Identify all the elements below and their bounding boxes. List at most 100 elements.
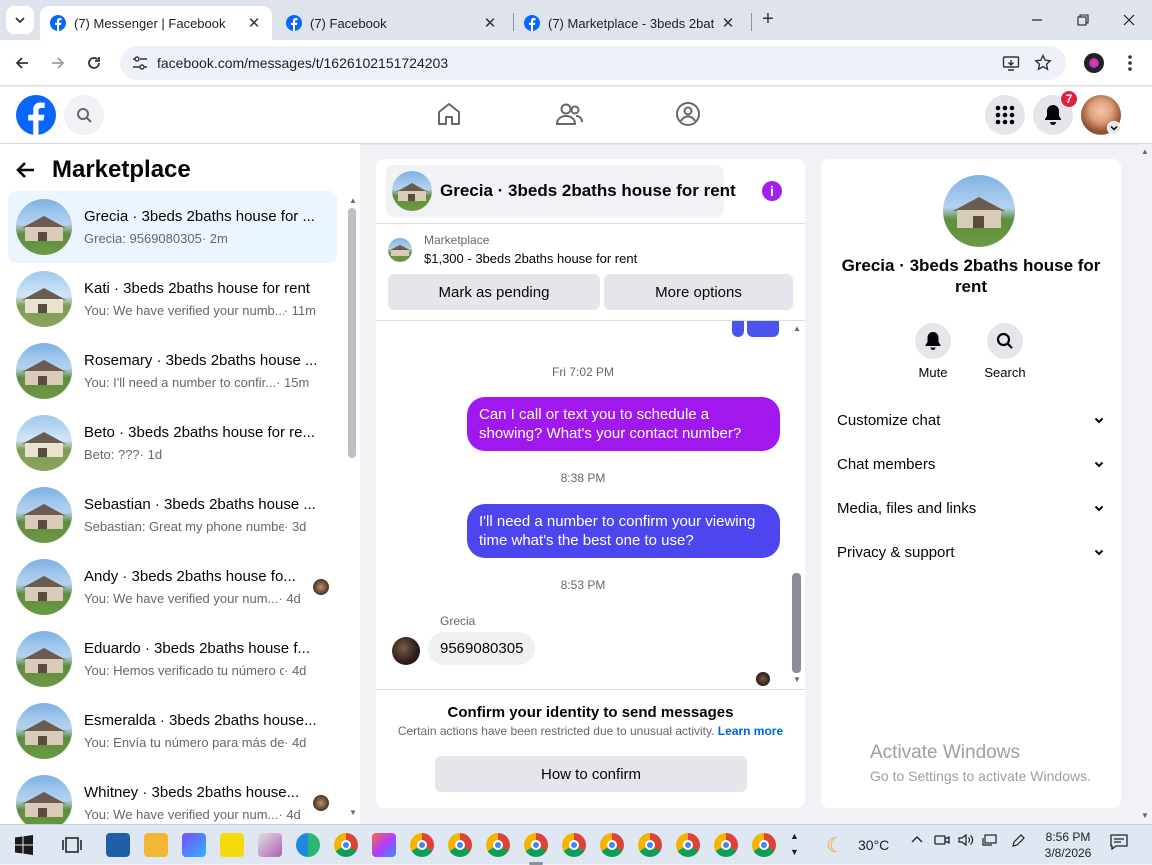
app-s-icon[interactable] [106, 833, 130, 857]
tab-marketplace[interactable]: (7) Marketplace - 3beds 2baths ✕ [514, 6, 746, 40]
sticky-notes-icon[interactable] [220, 833, 244, 857]
chevron-down-icon[interactable] [1107, 121, 1121, 135]
site-info-icon[interactable] [132, 55, 148, 71]
restore-window-button[interactable] [1073, 10, 1093, 30]
scroll-up-icon[interactable]: ▲ [1139, 147, 1151, 157]
sent-message-bubble[interactable]: Can I call or text you to schedule a sho… [467, 397, 780, 451]
windows-start-icon[interactable] [12, 833, 36, 857]
conversation-item[interactable]: Eduardo · 3beds 2baths house f... You: H… [8, 623, 337, 695]
forward-button[interactable] [48, 53, 68, 73]
chrome-profile-icon[interactable] [448, 833, 472, 857]
notification-center-icon[interactable] [1110, 834, 1128, 850]
conversation-item[interactable]: Esmeralda · 3beds 2baths house... You: E… [8, 695, 337, 767]
weather-temperature[interactable]: 30°C [858, 837, 889, 853]
show-hidden-icons-icon[interactable] [910, 833, 924, 847]
chrome-profile-icon[interactable] [562, 833, 586, 857]
sender-avatar[interactable] [392, 637, 420, 665]
volume-icon[interactable] [958, 833, 974, 847]
edge-icon[interactable] [296, 833, 320, 857]
how-to-confirm-button[interactable]: How to confirm [435, 756, 747, 792]
network-icon[interactable] [982, 833, 998, 847]
browser-menu-icon[interactable] [1124, 53, 1136, 73]
back-button[interactable] [12, 53, 32, 73]
learn-more-link[interactable]: Learn more [718, 724, 783, 738]
chrome-profile-icon[interactable] [410, 833, 434, 857]
scroll-down-icon[interactable]: ▼ [791, 675, 803, 685]
menu-grid-button[interactable] [985, 95, 1025, 135]
scroll-down-icon[interactable]: ▼ [1139, 811, 1151, 821]
more-options-button[interactable]: More options [604, 274, 793, 310]
info-icon[interactable]: i [762, 181, 782, 201]
search-in-chat-button[interactable]: Search [975, 323, 1035, 380]
watermark-subtitle: Go to Settings to activate Windows. [870, 768, 1091, 784]
conversation-item[interactable]: Kati · 3beds 2baths house for rent You: … [8, 263, 337, 335]
received-message-bubble[interactable]: 9569080305 [428, 632, 536, 665]
close-tab-icon[interactable]: ✕ [246, 15, 262, 32]
system-clock[interactable]: 8:56 PM 3/8/2026 [1038, 829, 1098, 861]
friends-nav-button[interactable] [554, 99, 584, 129]
chrome-profile-icon[interactable] [486, 833, 510, 857]
scrollbar-thumb[interactable] [348, 208, 356, 458]
tab-search-dropdown-button[interactable] [6, 6, 34, 34]
tab-messenger[interactable]: (7) Messenger | Facebook ✕ [40, 6, 272, 40]
camera-icon[interactable] [934, 833, 950, 847]
task-view-icon[interactable] [60, 833, 84, 857]
scrollbar-thumb[interactable] [792, 573, 801, 673]
url-text[interactable]: facebook.com/messages/t/1626102151724203 [157, 55, 448, 71]
install-app-icon[interactable] [1002, 54, 1020, 72]
marketplace-listing-row[interactable]: Marketplace $1,300 - 3beds 2baths house … [388, 233, 637, 266]
listing-thumbnail [16, 703, 72, 759]
page-scrollbar[interactable]: ▲ ▼ [1139, 144, 1152, 824]
copilot-icon[interactable] [372, 833, 396, 857]
chrome-profile-icon[interactable] [638, 833, 662, 857]
chrome-icon[interactable] [334, 833, 358, 857]
conversation-name: Eduardo · 3beds 2baths house f... [84, 640, 310, 657]
conversation-list-scrollbar[interactable]: ▲ ▼ [347, 196, 357, 818]
chrome-profile-icon[interactable] [676, 833, 700, 857]
conversation-item[interactable]: Andy · 3beds 2baths house fo... You: We … [8, 551, 337, 623]
paint-icon[interactable] [258, 833, 282, 857]
taskbar-overflow-icon[interactable]: ▲ ▼ [790, 828, 799, 860]
customize-chat-section[interactable]: Customize chat [837, 406, 1105, 434]
close-window-button[interactable] [1119, 10, 1139, 30]
address-bar[interactable]: facebook.com/messages/t/1626102151724203 [120, 46, 1066, 80]
chat-header[interactable]: Grecia · 3beds 2baths house for rent [386, 165, 736, 217]
file-explorer-icon[interactable] [144, 833, 168, 857]
chrome-profile-icon[interactable] [714, 833, 738, 857]
app-arrow-icon[interactable] [182, 833, 206, 857]
reload-button[interactable] [84, 53, 104, 73]
conversation-item[interactable]: Sebastian · 3beds 2baths house ... Sebas… [8, 479, 337, 551]
profile-extension-icon[interactable] [1084, 53, 1104, 73]
mute-button[interactable]: Mute [903, 323, 963, 380]
chrome-profile-icon[interactable] [752, 833, 776, 857]
chrome-profile-icon[interactable] [600, 833, 624, 857]
home-nav-button[interactable] [434, 99, 464, 129]
new-tab-button[interactable]: + [758, 9, 778, 30]
tab-facebook[interactable]: (7) Facebook ✕ [276, 6, 508, 40]
conversation-item[interactable]: Rosemary · 3beds 2baths house ... You: I… [8, 335, 337, 407]
minimize-window-button[interactable] [1027, 10, 1047, 30]
close-tab-icon[interactable]: ✕ [720, 15, 736, 32]
bookmark-star-icon[interactable] [1034, 54, 1052, 72]
scroll-down-icon[interactable]: ▼ [347, 808, 359, 818]
close-tab-icon[interactable]: ✕ [482, 15, 498, 32]
conversation-item[interactable]: Grecia · 3beds 2baths house for ... Grec… [8, 191, 337, 263]
pen-icon[interactable] [1010, 833, 1026, 849]
mark-as-pending-button[interactable]: Mark as pending [388, 274, 600, 310]
arrow-right-icon [52, 57, 65, 69]
facebook-search-button[interactable] [64, 95, 104, 135]
media-files-links-section[interactable]: Media, files and links [837, 494, 1105, 522]
chat-members-section[interactable]: Chat members [837, 450, 1105, 478]
groups-nav-button[interactable] [673, 99, 703, 129]
sent-message-bubble[interactable]: I'll need a number to confirm your viewi… [467, 504, 780, 558]
sender-name: Grecia [440, 614, 476, 628]
privacy-support-section[interactable]: Privacy & support [837, 538, 1105, 566]
chrome-profile-icon[interactable] [524, 833, 548, 857]
scroll-up-icon[interactable]: ▲ [791, 324, 803, 334]
panel-header: Marketplace [16, 156, 191, 184]
facebook-logo-icon[interactable] [16, 95, 56, 135]
back-arrow-icon[interactable] [16, 160, 36, 180]
scroll-up-icon[interactable]: ▲ [347, 196, 359, 206]
conversation-item[interactable]: Beto · 3beds 2baths house for re... Beto… [8, 407, 337, 479]
message-list-scrollbar[interactable]: ▲ ▼ [791, 321, 803, 689]
